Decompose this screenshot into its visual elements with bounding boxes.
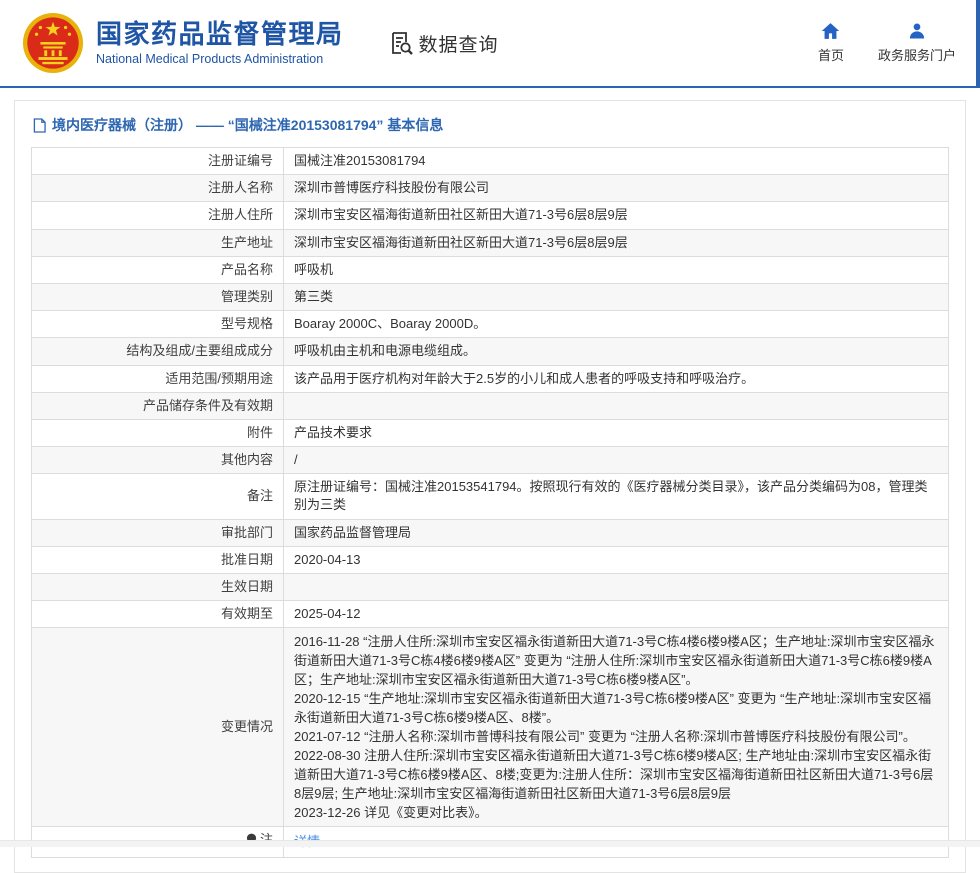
header-nav: 首页 政务服务门户 <box>818 22 980 64</box>
nav-portal-label: 政务服务门户 <box>878 45 956 64</box>
row-value: 国械注准20153081794 <box>284 148 949 175</box>
row-value: 深圳市宝安区福海街道新田社区新田大道71-3号6层8层9层 <box>284 229 949 256</box>
row-label: 生产地址 <box>32 229 284 256</box>
row-label: 批准日期 <box>32 546 284 573</box>
row-value <box>284 574 949 601</box>
nav-home-label: 首页 <box>818 45 844 64</box>
document-icon <box>33 118 46 133</box>
row-value: 呼吸机由主机和电源电缆组成。 <box>284 338 949 365</box>
nav-item-gov-portal[interactable]: 政务服务门户 <box>878 22 956 64</box>
data-query-label: 数据查询 <box>419 30 499 57</box>
row-label: 变更情况 <box>32 628 284 827</box>
table-row: 注册人名称 深圳市普博医疗科技股份有限公司 <box>32 175 949 202</box>
row-value: 原注册证编号：国械注准20153541794。按照现行有效的《医疗器械分类目录》… <box>284 474 949 519</box>
table-row: 附件 产品技术要求 <box>32 419 949 446</box>
row-label: 产品名称 <box>32 256 284 283</box>
person-icon <box>908 22 926 40</box>
table-row: 注册证编号 国械注准20153081794 <box>32 148 949 175</box>
table-row: 审批部门 国家药品监督管理局 <box>32 519 949 546</box>
page-title: 境内医疗器械（注册） —— “国械注准20153081794” 基本信息 <box>52 115 443 135</box>
nav-data-query[interactable]: 数据查询 <box>388 30 499 57</box>
row-value: 呼吸机 <box>284 256 949 283</box>
home-icon <box>821 22 840 40</box>
table-row: 产品储存条件及有效期 <box>32 392 949 419</box>
site-title-en: National Medical Products Administration <box>96 52 344 66</box>
change-paragraph: 2021-07-12 “注册人名称:深圳市普博科技有限公司” 变更为 “注册人名… <box>294 727 938 746</box>
row-label: 审批部门 <box>32 519 284 546</box>
row-value <box>284 392 949 419</box>
table-row: 有效期至 2025-04-12 <box>32 601 949 628</box>
table-row: 产品名称 呼吸机 <box>32 256 949 283</box>
changes-paragraphs: 2016-11-28 “注册人住所:深圳市宝安区福永街道新田大道71-3号C栋4… <box>284 628 949 827</box>
row-label: 备注 <box>32 474 284 519</box>
row-value: Boaray 2000C、Boaray 2000D。 <box>284 311 949 338</box>
row-label: 注册证编号 <box>32 148 284 175</box>
row-value: 国家药品监督管理局 <box>284 519 949 546</box>
content-card: 境内医疗器械（注册） —— “国械注准20153081794” 基本信息 注册证… <box>14 100 966 873</box>
row-label: 注册人名称 <box>32 175 284 202</box>
table-row: 备注 原注册证编号：国械注准20153541794。按照现行有效的《医疗器械分类… <box>32 474 949 519</box>
site-header: 国家药品监督管理局 National Medical Products Admi… <box>0 0 980 88</box>
table-row: 注册人住所 深圳市宝安区福海街道新田社区新田大道71-3号6层8层9层 <box>32 202 949 229</box>
row-value: 2025-04-12 <box>284 601 949 628</box>
site-title-block: 国家药品监督管理局 National Medical Products Admi… <box>96 20 344 67</box>
row-label: 注册人住所 <box>32 202 284 229</box>
site-title-cn: 国家药品监督管理局 <box>96 20 344 50</box>
row-label: 管理类别 <box>32 283 284 310</box>
table-row: 管理类别 第三类 <box>32 283 949 310</box>
row-label: 结构及组成/主要组成成分 <box>32 338 284 365</box>
registration-info-table: 注册证编号 国械注准20153081794 注册人名称 深圳市普博医疗科技股份有… <box>31 147 949 858</box>
table-row: 结构及组成/主要组成成分 呼吸机由主机和电源电缆组成。 <box>32 338 949 365</box>
row-value: 2020-04-13 <box>284 546 949 573</box>
national-emblem-icon <box>22 12 84 74</box>
row-value: 该产品用于医疗机构对年龄大于2.5岁的小儿和成人患者的呼吸支持和呼吸治疗。 <box>284 365 949 392</box>
table-row: 其他内容 / <box>32 447 949 474</box>
row-label: 附件 <box>32 419 284 446</box>
table-row: 生产地址 深圳市宝安区福海街道新田社区新田大道71-3号6层8层9层 <box>32 229 949 256</box>
header-edge-accent <box>976 0 980 88</box>
document-search-icon <box>388 30 414 56</box>
table-row: 批准日期 2020-04-13 <box>32 546 949 573</box>
table-row: 适用范围/预期用途 该产品用于医疗机构对年龄大于2.5岁的小儿和成人患者的呼吸支… <box>32 365 949 392</box>
row-label: 生效日期 <box>32 574 284 601</box>
change-paragraph: 2016-11-28 “注册人住所:深圳市宝安区福永街道新田大道71-3号C栋4… <box>294 632 938 689</box>
change-paragraph: 2020-12-15 “生产地址:深圳市宝安区福永街道新田大道71-3号C栋6楼… <box>294 689 938 727</box>
row-value: 第三类 <box>284 283 949 310</box>
row-value: / <box>284 447 949 474</box>
table-row: 生效日期 <box>32 574 949 601</box>
table-row: 型号规格 Boaray 2000C、Boaray 2000D。 <box>32 311 949 338</box>
info-table-body: 注册证编号 国械注准20153081794 注册人名称 深圳市普博医疗科技股份有… <box>32 148 949 858</box>
row-value: 深圳市宝安区福海街道新田社区新田大道71-3号6层8层9层 <box>284 202 949 229</box>
row-label: 适用范围/预期用途 <box>32 365 284 392</box>
row-value: 产品技术要求 <box>284 419 949 446</box>
row-label: 有效期至 <box>32 601 284 628</box>
change-paragraph: 2023-12-26 详见《变更对比表》。 <box>294 803 938 822</box>
row-label: 型号规格 <box>32 311 284 338</box>
change-paragraph: 2022-08-30 注册人住所:深圳市宝安区福永街道新田大道71-3号C栋6楼… <box>294 746 938 803</box>
nmpa-logo[interactable]: 国家药品监督管理局 National Medical Products Admi… <box>22 12 344 74</box>
changes-row: 变更情况 2016-11-28 “注册人住所:深圳市宝安区福永街道新田大道71-… <box>32 628 949 827</box>
row-value: 深圳市普博医疗科技股份有限公司 <box>284 175 949 202</box>
page-footer-strip <box>0 840 980 847</box>
row-label: 其他内容 <box>32 447 284 474</box>
nav-item-home[interactable]: 首页 <box>818 22 844 64</box>
row-label: 产品储存条件及有效期 <box>32 392 284 419</box>
breadcrumb: 境内医疗器械（注册） —— “国械注准20153081794” 基本信息 <box>31 111 949 147</box>
